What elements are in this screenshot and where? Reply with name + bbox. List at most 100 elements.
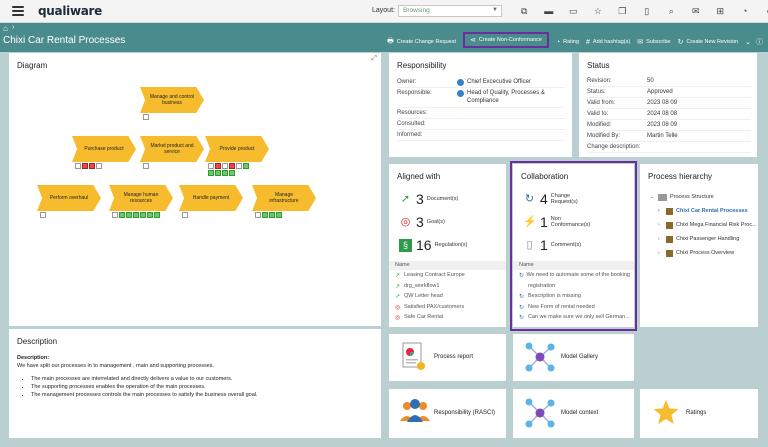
control-badge-icon — [269, 212, 275, 218]
model-gallery-tile[interactable]: Model Gallery — [513, 334, 634, 381]
model-context-tile[interactable]: Model context — [513, 389, 634, 438]
control-badge-icon — [133, 212, 139, 218]
mail-icon[interactable]: ✉ — [684, 5, 709, 17]
diagram-badge-icon — [75, 163, 81, 169]
layout-select[interactable]: Browsing ▼ — [398, 5, 502, 17]
risk-badge-icon — [89, 163, 95, 169]
search-icon[interactable]: ⌕ — [659, 5, 684, 17]
aligned-with-title: Aligned with — [397, 172, 441, 181]
bell-icon[interactable]: ◔ — [733, 5, 758, 17]
goals-stat[interactable]: ◎ 3 Goal(s) — [399, 214, 445, 230]
process-shape[interactable]: Perform overhaul — [37, 185, 101, 218]
process-shape[interactable]: Handle payment — [179, 185, 243, 218]
home-icon[interactable]: ⌂ — [3, 24, 8, 33]
control-badge-icon — [229, 170, 235, 176]
risk-badge-icon — [229, 163, 235, 169]
create-new-revision-button[interactable]: ↻ Create New Revision — [678, 38, 739, 46]
tree-node[interactable]: › Chixi Mega Financial Risk Proc... — [650, 218, 757, 232]
list-item[interactable]: ◎ Safe Car Rental — [395, 314, 502, 325]
regulation-icon: § — [399, 238, 412, 252]
report-icon — [402, 342, 425, 370]
modified-by-value[interactable]: Martin Telle — [647, 133, 678, 139]
copy-icon[interactable]: ❐ — [610, 5, 635, 17]
chevron-down-icon: ⌄ — [650, 194, 655, 200]
bookmark-icon[interactable]: ⧉ — [512, 5, 537, 17]
control-badge-icon — [119, 212, 125, 218]
diagram-title: Diagram — [17, 61, 48, 70]
process-report-tile[interactable]: Process report — [389, 334, 506, 381]
rating-button[interactable]: ◔ Rating — [556, 39, 579, 46]
aligned-with-panel: Aligned with ➚ 3 Document(s) ◎ 3 Goal(s)… — [389, 164, 506, 327]
person-icon — [457, 90, 464, 97]
ratings-tile[interactable]: Ratings — [640, 389, 758, 438]
layout-select-value: Browsing — [403, 7, 430, 14]
process-shape[interactable]: Manage infrastructure — [252, 185, 316, 218]
list-item[interactable]: ↗ Leasing Contract Europe — [395, 272, 502, 283]
process-shape[interactable]: Market product and service — [140, 136, 204, 169]
diagram-badge-icon — [236, 163, 242, 169]
list-item[interactable]: ↗ QW Letter head — [395, 293, 502, 304]
subscribe-button[interactable]: ✉ Subscribe — [637, 38, 670, 46]
owner-value[interactable]: Chief Excecutive Officer — [467, 79, 531, 85]
risk-badge-icon — [82, 163, 88, 169]
user-icon[interactable]: ● — [757, 5, 768, 17]
document-icon: ↗ — [395, 283, 401, 290]
list-item[interactable]: ↗ drg_workflow1 — [395, 283, 502, 294]
tree-node[interactable]: › Chixi Car Rental Processes — [650, 204, 757, 218]
diagram-badge-icon — [112, 212, 118, 218]
create-change-request-button[interactable]: 🖶 Create Change Request — [387, 37, 456, 48]
create-non-conformance-button[interactable]: ⋖ Create Non-Conformance — [463, 32, 549, 48]
chevron-right-icon: › — [658, 250, 660, 256]
diagram-badge-icon — [96, 163, 102, 169]
tree-node[interactable]: › Chixi Passenger Handling — [650, 232, 757, 246]
breadcrumb-separator: › — [12, 24, 15, 31]
control-badge-icon — [262, 212, 268, 218]
documents-stat[interactable]: ➚ 3 Document(s) — [399, 191, 458, 207]
chevron-down-icon[interactable]: ⌄ — [745, 38, 751, 46]
title-bar: ⌂ › Chixi Car Rental Processes 🖶 Create … — [0, 23, 768, 52]
process-shape[interactable]: Purchase product — [72, 136, 136, 169]
tree-node[interactable]: ⌄ Process Structure — [650, 190, 757, 204]
target-icon: ◎ — [395, 315, 401, 321]
list-item[interactable]: ◎ Satisfied PAX/customers — [395, 304, 502, 315]
control-badge-icon — [208, 170, 214, 176]
process-shape[interactable]: Manage and control business — [140, 87, 204, 120]
star-icon — [653, 400, 679, 424]
revision-value: 50 — [647, 78, 654, 84]
monitor-icon[interactable]: ▭ — [561, 5, 586, 17]
model-gallery-label: Model Gallery — [561, 354, 599, 360]
add-hashtag-button[interactable]: # Add hashtag(s) — [586, 39, 630, 46]
status-title: Status — [587, 61, 610, 70]
risk-badge-icon — [215, 163, 221, 169]
document-arrow-icon: ➚ — [400, 192, 411, 205]
process-shape[interactable]: Provide product — [205, 136, 269, 176]
process-icon — [666, 249, 673, 257]
star-icon[interactable]: ☆ — [586, 5, 611, 17]
document-icon[interactable]: ▯ — [635, 5, 660, 17]
envelope-icon: ✉ — [637, 39, 644, 46]
process-shape[interactable]: Manage human resources — [109, 185, 173, 218]
hamburger-menu-icon[interactable] — [12, 6, 24, 16]
control-badge-icon — [215, 170, 221, 176]
folder-icon[interactable]: ▬ — [537, 5, 562, 17]
description-bullet: The supporting processes enables the ope… — [31, 384, 372, 392]
layout-label: Layout: — [372, 7, 395, 14]
org-icon[interactable]: ⊞ — [708, 5, 733, 17]
diagram-badge-icon — [40, 212, 46, 218]
valid-from-value: 2023 08 09 — [647, 100, 678, 106]
info-icon[interactable]: ⓘ — [756, 37, 763, 47]
diagram-badge-icon — [222, 163, 228, 169]
process-hierarchy-panel: Process hierarchy ⌄ Process Structure › Ch… — [640, 164, 758, 327]
status-value: Approved — [647, 89, 673, 95]
expand-icon[interactable]: ⤢ — [371, 55, 377, 63]
responsible-value[interactable]: Head of Quality, Processes & Compliance — [467, 90, 559, 105]
share-icon: ⋖ — [470, 37, 476, 44]
responsibility-rasci-tile[interactable]: Responsibility (RASCI) — [389, 389, 506, 438]
app-logo[interactable]: qualiware — [38, 4, 102, 18]
tree-node[interactable]: › Chixi Process Overview — [650, 246, 757, 260]
diagram-badge-icon — [143, 114, 149, 120]
description-panel: Description Description: We have split o… — [9, 329, 381, 438]
regulations-stat[interactable]: § 16 Regulation(s) — [399, 237, 467, 253]
diagram-badge-icon — [208, 163, 214, 169]
description-bullet: The management processes controls the ma… — [31, 392, 372, 400]
